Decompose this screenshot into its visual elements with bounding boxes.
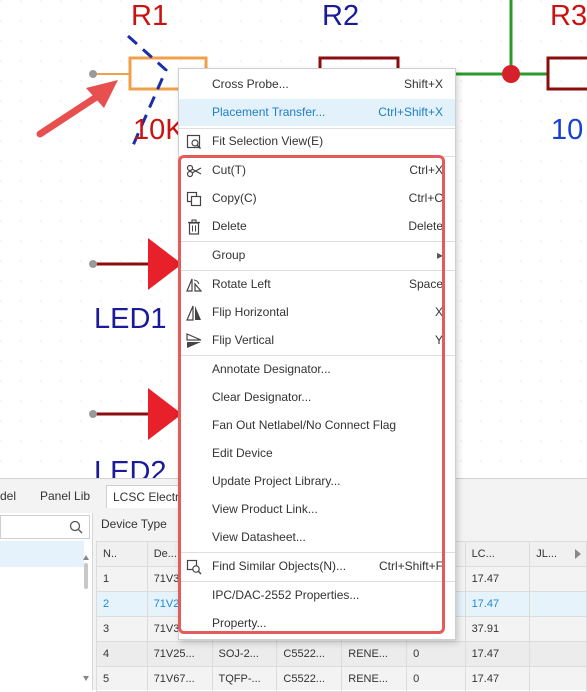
table-cell: 2 (96, 591, 148, 617)
table-cell: 71V67... (146, 666, 213, 692)
table-cell: 3 (96, 616, 148, 642)
tab-lcsc-electronics[interactable]: LCSC Electr (106, 485, 187, 508)
table-cell: 17.47 (464, 566, 531, 592)
table-cell: 17.47 (464, 666, 531, 692)
context-menu: Cross Probe... Shift+X Placement Transfe… (178, 68, 456, 640)
flip-horizontal-icon (186, 305, 201, 321)
rotate-left-icon (186, 278, 202, 292)
table-cell: TQFP-... (211, 666, 278, 692)
category-search-input[interactable] (0, 515, 90, 539)
menu-item-flip-horizontal[interactable]: Flip Horizontal X (179, 299, 455, 326)
zoom-fit-icon (186, 134, 201, 149)
search-icon[interactable] (69, 520, 83, 534)
table-cell: 1 (96, 566, 148, 592)
r3-value: 10 (551, 114, 584, 146)
junction (502, 65, 520, 83)
r2-designator: R2 (322, 0, 360, 32)
r1-pin (89, 70, 97, 78)
table-cell (529, 591, 587, 617)
table-cell (529, 641, 587, 667)
category-pane (0, 513, 93, 690)
table-cell: 37.91 (464, 616, 531, 642)
table-cell: RENE... (341, 641, 408, 667)
table-cell: C5522... (276, 666, 343, 692)
table-cell: 4 (96, 641, 148, 667)
r3-designator: R3 (550, 0, 587, 32)
table-cell (529, 566, 587, 592)
table-cell (529, 616, 587, 642)
table-cell: SOJ-2... (211, 641, 278, 667)
table-cell: 0 (406, 666, 466, 692)
table-cell (529, 666, 587, 692)
menu-item-group[interactable]: Group ▸ (179, 242, 455, 269)
led1-pin (89, 260, 97, 268)
col-header[interactable]: N.. (96, 541, 148, 567)
led1-designator: LED1 (94, 303, 167, 335)
category-scrollbar[interactable] (82, 553, 90, 683)
led2-pin (89, 410, 97, 418)
table-cell: 17.47 (464, 641, 531, 667)
menu-item-find-similar-objects[interactable]: Find Similar Objects(N)... Ctrl+Shift+F (179, 553, 455, 580)
menu-item-delete[interactable]: Delete Delete (179, 213, 455, 240)
menu-item-cut[interactable]: Cut(T) Ctrl+X (179, 157, 455, 184)
menu-item-view-datasheet[interactable]: View Datasheet... (179, 524, 455, 551)
r1-designator: R1 (131, 0, 169, 32)
r1-value: 10K (133, 114, 185, 146)
menu-item-fit-selection-view[interactable]: Fit Selection View(E) (179, 128, 455, 155)
table-cell: 5 (96, 666, 148, 692)
menu-item-copy[interactable]: Copy(C) Ctrl+C (179, 185, 455, 212)
menu-item-cross-probe[interactable]: Cross Probe... Shift+X (179, 71, 455, 98)
copy-icon (186, 191, 202, 207)
table-scroll-right-icon[interactable] (574, 547, 582, 561)
table-cell: 17.47 (464, 591, 531, 617)
menu-item-view-product-link[interactable]: View Product Link... (179, 496, 455, 523)
menu-item-property[interactable]: Property... (179, 610, 455, 637)
table-row[interactable]: 4 71V25... SOJ-2... C5522... RENE... 0 1… (96, 641, 587, 667)
scissors-icon (186, 164, 202, 178)
submenu-arrow-icon: ▸ (436, 248, 443, 262)
menu-item-fan-out-netlabel[interactable]: Fan Out Netlabel/No Connect Flag (179, 412, 455, 439)
find-similar-icon (186, 559, 202, 575)
menu-item-rotate-left[interactable]: Rotate Left Space (179, 271, 455, 298)
menu-item-annotate-designator[interactable]: Annotate Designator... (179, 356, 455, 383)
trash-icon (188, 219, 200, 235)
tab-panel-lib[interactable]: Panel Lib (40, 487, 90, 505)
menu-item-placement-transfer[interactable]: Placement Transfer... Ctrl+Shift+X (179, 99, 455, 126)
table-cell: RENE... (341, 666, 408, 692)
table-row[interactable]: 5 71V67... TQFP-... C5522... RENE... 0 1… (96, 666, 587, 692)
category-selected-row[interactable] (0, 541, 84, 567)
tab-model[interactable]: del (0, 487, 16, 505)
menu-item-update-project-library[interactable]: Update Project Library... (179, 468, 455, 495)
menu-item-ipc-dac-properties[interactable]: IPC/DAC-2552 Properties... (179, 582, 455, 609)
device-type-label: Device Type (101, 517, 167, 531)
menu-item-clear-designator[interactable]: Clear Designator... (179, 384, 455, 411)
flip-vertical-icon (186, 333, 202, 348)
table-cell: 71V25... (146, 641, 213, 667)
table-cell: C5522... (276, 641, 343, 667)
menu-item-flip-vertical[interactable]: Flip Vertical Y (179, 327, 455, 354)
col-header[interactable]: LC... (464, 541, 531, 567)
menu-item-edit-device[interactable]: Edit Device (179, 440, 455, 467)
table-cell: 0 (406, 641, 466, 667)
